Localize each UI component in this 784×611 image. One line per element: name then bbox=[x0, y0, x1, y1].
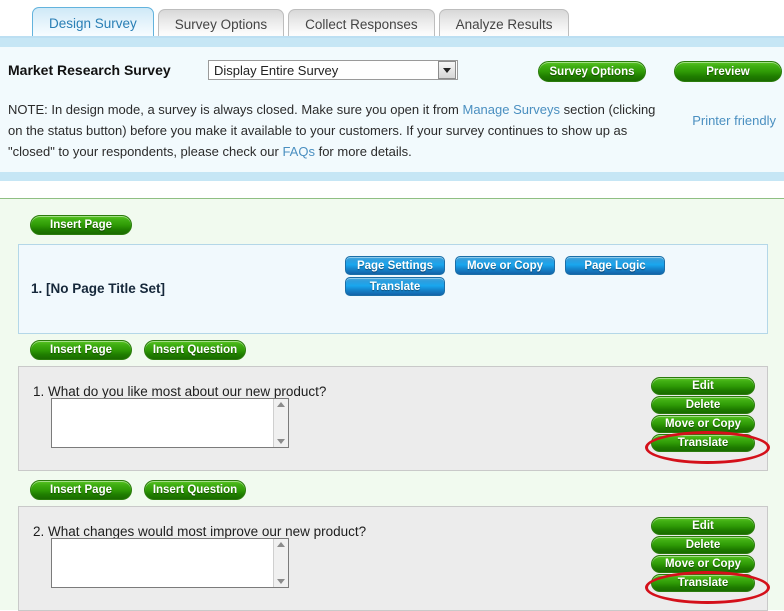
question-block-1: 1. What do you like most about our new p… bbox=[18, 366, 768, 471]
question-2-text: 2. What changes would most improve our n… bbox=[33, 524, 367, 539]
question-2-answer-input[interactable] bbox=[52, 539, 273, 587]
page-title: Market Research Survey bbox=[8, 62, 171, 78]
question-2-move-or-copy-button[interactable]: Move or Copy bbox=[651, 555, 755, 573]
note-part-1: NOTE: In design mode, a survey is always… bbox=[8, 102, 463, 117]
insert-page-button-q2[interactable]: Insert Page bbox=[30, 480, 132, 500]
header-top-strip bbox=[0, 38, 784, 47]
question-1-translate-button[interactable]: Translate bbox=[651, 434, 755, 452]
insert-question-button-q1[interactable]: Insert Question bbox=[144, 340, 246, 360]
design-mode-note: NOTE: In design mode, a survey is always… bbox=[8, 99, 658, 162]
question-2-translate-button[interactable]: Translate bbox=[651, 574, 755, 592]
page-block: 1. [No Page Title Set] Page Settings Mov… bbox=[18, 244, 768, 334]
page-block-title: 1. [No Page Title Set] bbox=[31, 281, 166, 296]
page-logic-button[interactable]: Page Logic bbox=[565, 256, 665, 275]
question-1-delete-button[interactable]: Delete bbox=[651, 396, 755, 414]
scroll-down-icon[interactable] bbox=[277, 579, 285, 584]
header-bottom-strip bbox=[0, 172, 784, 181]
tab-design-survey-label: Design Survey bbox=[49, 16, 137, 31]
question-1-scrollbar[interactable] bbox=[273, 399, 288, 447]
question-2-delete-button[interactable]: Delete bbox=[651, 536, 755, 554]
note-part-3: for more details. bbox=[314, 144, 412, 159]
printer-friendly-link[interactable]: Printer friendly bbox=[692, 113, 776, 128]
preview-button[interactable]: Preview bbox=[674, 61, 782, 82]
insert-page-button-top[interactable]: Insert Page bbox=[30, 215, 132, 235]
question-2-edit-button[interactable]: Edit bbox=[651, 517, 755, 535]
question-1-move-or-copy-button[interactable]: Move or Copy bbox=[651, 415, 755, 433]
manage-surveys-link[interactable]: Manage Surveys bbox=[462, 102, 560, 117]
chevron-down-icon[interactable] bbox=[438, 61, 456, 79]
insert-page-button-q1[interactable]: Insert Page bbox=[30, 340, 132, 360]
design-survey-page: Design Survey Survey Options Collect Res… bbox=[0, 0, 784, 611]
question-block-2: 2. What changes would most improve our n… bbox=[18, 506, 768, 611]
toolbar-row-top: Insert Page bbox=[30, 215, 132, 235]
question-1-answer-input[interactable] bbox=[52, 399, 273, 447]
toolbar-row-question-1: Insert Page Insert Question bbox=[30, 340, 246, 360]
question-2-answer-box[interactable] bbox=[51, 538, 289, 588]
page-settings-button[interactable]: Page Settings bbox=[345, 256, 445, 275]
question-1-actions: Edit Delete Move or Copy Translate bbox=[651, 377, 755, 453]
page-move-or-copy-button[interactable]: Move or Copy bbox=[455, 256, 555, 275]
display-mode-select[interactable]: Display Entire Survey bbox=[208, 60, 458, 80]
tab-bar: Design Survey Survey Options Collect Res… bbox=[0, 0, 784, 40]
tab-analyze-results-label: Analyze Results bbox=[455, 17, 553, 32]
question-1-edit-button[interactable]: Edit bbox=[651, 377, 755, 395]
scroll-up-icon[interactable] bbox=[277, 402, 285, 407]
question-1-text: 1. What do you like most about our new p… bbox=[33, 384, 327, 399]
question-1-answer-box[interactable] bbox=[51, 398, 289, 448]
question-2-scrollbar[interactable] bbox=[273, 539, 288, 587]
tab-collect-responses-label: Collect Responses bbox=[305, 17, 418, 32]
toolbar-row-question-2: Insert Page Insert Question bbox=[30, 480, 246, 500]
page-translate-button[interactable]: Translate bbox=[345, 277, 445, 296]
display-mode-select-value: Display Entire Survey bbox=[214, 62, 339, 78]
survey-builder-panel: Insert Page 1. [No Page Title Set] Page … bbox=[0, 198, 784, 611]
tab-survey-options-label: Survey Options bbox=[174, 17, 268, 32]
insert-question-button-q2[interactable]: Insert Question bbox=[144, 480, 246, 500]
scroll-down-icon[interactable] bbox=[277, 439, 285, 444]
question-2-actions: Edit Delete Move or Copy Translate bbox=[651, 517, 755, 593]
scroll-up-icon[interactable] bbox=[277, 542, 285, 547]
survey-options-button[interactable]: Survey Options bbox=[538, 61, 646, 82]
faqs-link[interactable]: FAQs bbox=[282, 144, 315, 159]
